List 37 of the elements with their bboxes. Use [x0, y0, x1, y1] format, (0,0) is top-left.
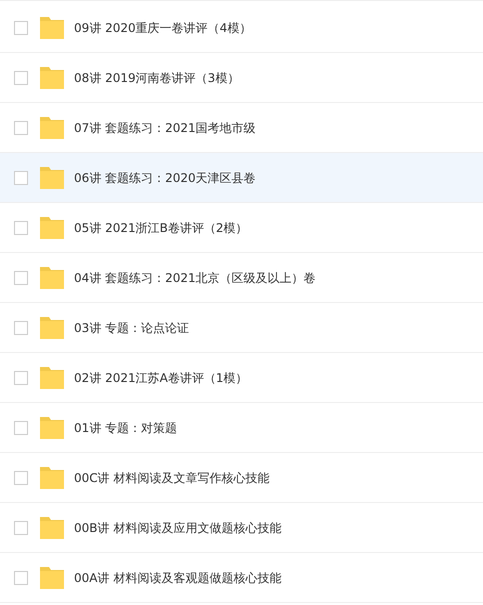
folder-icon — [40, 316, 64, 339]
checkbox[interactable] — [14, 320, 28, 334]
checkbox[interactable] — [14, 420, 28, 434]
folder-name[interactable]: 04讲 套题练习：2021北京（区级及以上）卷 — [74, 268, 316, 286]
checkbox[interactable] — [14, 570, 28, 584]
folder-name[interactable]: 02讲 2021江苏A卷讲评（1模） — [74, 368, 248, 386]
folder-name[interactable]: 01讲 专题：对策题 — [74, 418, 178, 436]
checkbox[interactable] — [14, 220, 28, 234]
folder-icon — [40, 516, 64, 539]
checkbox[interactable] — [14, 70, 28, 84]
folder-name[interactable]: 03讲 专题：论点论证 — [74, 318, 190, 336]
folder-icon — [40, 466, 64, 489]
folder-name[interactable]: 06讲 套题练习：2020天津区县卷 — [74, 168, 256, 186]
folder-row[interactable]: 06讲 套题练习：2020天津区县卷 — [0, 153, 483, 203]
folder-name[interactable]: 05讲 2021浙江B卷讲评（2模） — [74, 218, 248, 236]
folder-name[interactable]: 00A讲 材料阅读及客观题做题核心技能 — [74, 568, 282, 586]
checkbox[interactable] — [14, 20, 28, 34]
folder-name[interactable]: 08讲 2019河南卷讲评（3模） — [74, 68, 240, 86]
folder-name[interactable]: 07讲 套题练习：2021国考地市级 — [74, 118, 256, 136]
checkbox[interactable] — [14, 370, 28, 384]
folder-icon — [40, 116, 64, 139]
folder-name[interactable]: 00B讲 材料阅读及应用文做题核心技能 — [74, 518, 282, 536]
folder-icon — [40, 566, 64, 589]
checkbox[interactable] — [14, 520, 28, 534]
folder-icon — [40, 166, 64, 189]
folder-name[interactable]: 00C讲 材料阅读及文章写作核心技能 — [74, 468, 270, 486]
folder-icon — [40, 16, 64, 39]
folder-icon — [40, 416, 64, 439]
folder-icon — [40, 216, 64, 239]
checkbox[interactable] — [14, 120, 28, 134]
checkbox[interactable] — [14, 270, 28, 284]
checkbox[interactable] — [14, 170, 28, 184]
folder-icon — [40, 366, 64, 389]
folder-name[interactable]: 09讲 2020重庆一卷讲评（4模） — [74, 18, 252, 36]
checkbox[interactable] — [14, 470, 28, 484]
folder-icon — [40, 266, 64, 289]
folder-icon — [40, 66, 64, 89]
